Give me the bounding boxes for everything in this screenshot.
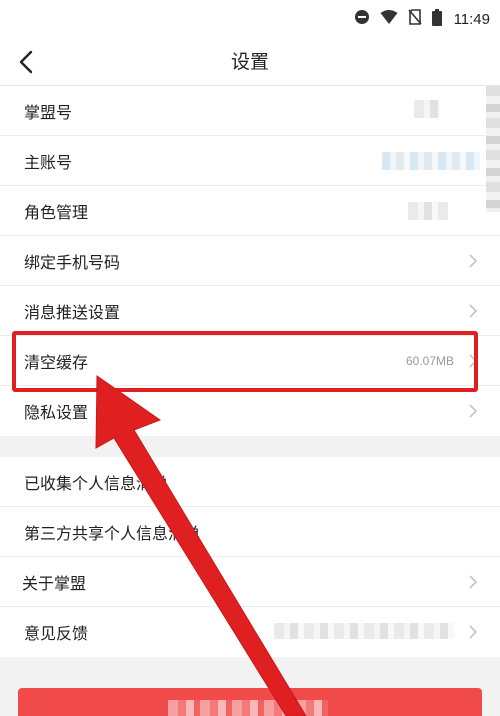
row-label: 消息推送设置 [24,302,121,322]
settings-row-push-notifications[interactable]: 消息推送设置 [0,286,500,336]
settings-row-third-party-info[interactable]: 第三方共享个人信息清单 [0,507,500,557]
row-label: 掌盟号 [24,102,73,122]
redacted-value [382,152,480,170]
settings-group-account: 掌盟号 主账号 角色管理 绑定手机号码 消息推送设置 清空缓存 60.07MB … [0,86,500,436]
row-label: 清空缓存 [24,352,89,372]
settings-row-zhangmeng-id: 掌盟号 [0,86,500,136]
redacted-value [274,623,454,639]
settings-row-feedback[interactable]: 意见反馈 [0,607,500,657]
row-label: 第三方共享个人信息清单 [24,523,201,543]
settings-row-collected-info[interactable]: 已收集个人信息清单 [0,457,500,507]
redacted-value [408,202,448,220]
logout-button[interactable] [18,688,482,716]
cache-size-value: 60.07MB [405,353,454,368]
redacted-value [414,100,440,118]
row-label: 主账号 [24,152,73,172]
row-label: 关于掌盟 [22,573,87,593]
chevron-right-icon [469,404,478,418]
redacted-edge [486,86,500,212]
chevron-right-icon [469,304,478,318]
chevron-right-icon [469,254,478,268]
do-not-disturb-icon [354,9,370,29]
settings-group-info: 已收集个人信息清单 第三方共享个人信息清单 关于掌盟 意见反馈 [0,457,500,657]
settings-row-about[interactable]: 关于掌盟 [0,557,500,607]
status-time: 11:49 [453,10,490,28]
battery-icon [431,8,442,30]
row-label: 已收集个人信息清单 [24,473,169,493]
chevron-right-icon [469,575,478,589]
row-label: 角色管理 [24,202,89,222]
page-title: 设置 [230,51,269,73]
row-label: 隐私设置 [24,403,89,422]
chevron-right-icon [469,625,478,639]
redacted-button-label [168,700,328,716]
row-label: 绑定手机号码 [24,252,121,272]
settings-row-main-account: 主账号 [0,136,500,186]
navigation-bar: 设置 [0,38,500,86]
no-sim-icon [407,9,422,29]
status-bar: 11:49 [0,0,500,38]
settings-row-role-management: 角色管理 [0,186,500,236]
settings-row-bind-phone[interactable]: 绑定手机号码 [0,236,500,286]
row-label: 意见反馈 [24,624,89,643]
chevron-right-icon [469,354,478,368]
wifi-icon [380,9,398,29]
settings-row-privacy[interactable]: 隐私设置 [0,386,500,436]
settings-row-clear-cache[interactable]: 清空缓存 60.07MB [0,336,500,386]
